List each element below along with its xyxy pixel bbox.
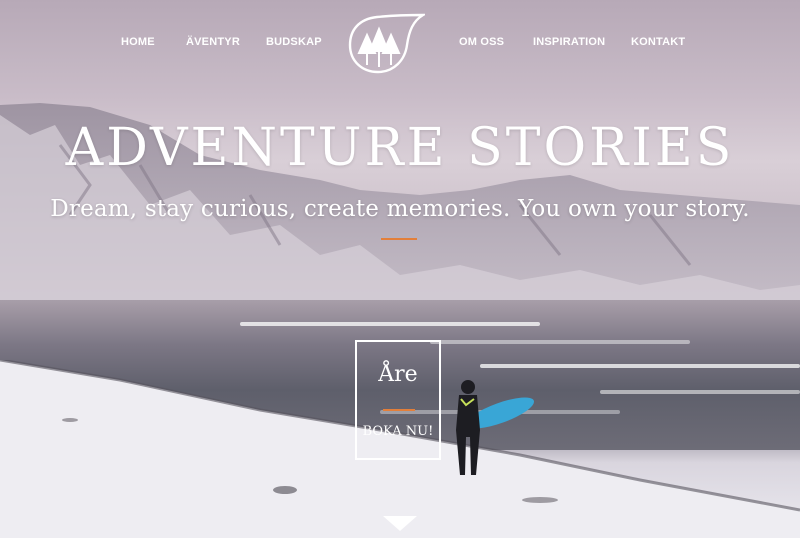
down-arrow-icon[interactable] bbox=[383, 516, 417, 531]
nav-aventyr[interactable]: ÄVENTYR bbox=[186, 36, 240, 48]
nav-budskap[interactable]: BUDSKAP bbox=[266, 36, 322, 48]
hero-subtitle: Dream, stay curious, create memories. Yo… bbox=[50, 196, 750, 222]
nav-om-oss[interactable]: OM OSS bbox=[459, 36, 504, 48]
booking-card-title: Åre bbox=[378, 362, 418, 387]
nav-inspiration[interactable]: INSPIRATION bbox=[533, 36, 605, 48]
hero-section: HOME ÄVENTYR BUDSKAP OM OSS INSPIRATION … bbox=[0, 0, 800, 538]
forest-leaf-logo-icon[interactable] bbox=[347, 13, 425, 75]
booking-card[interactable]: Åre BOKA NU! bbox=[355, 340, 441, 460]
nav-kontakt[interactable]: KONTAKT bbox=[631, 36, 685, 48]
book-now-link[interactable]: BOKA NU! bbox=[357, 424, 439, 439]
subtitle-divider bbox=[381, 238, 417, 240]
booking-card-divider bbox=[383, 409, 415, 411]
nav-home[interactable]: HOME bbox=[121, 36, 155, 48]
hero-title: ADVENTURE STORIES bbox=[65, 118, 735, 178]
surfer-figure bbox=[456, 380, 535, 475]
